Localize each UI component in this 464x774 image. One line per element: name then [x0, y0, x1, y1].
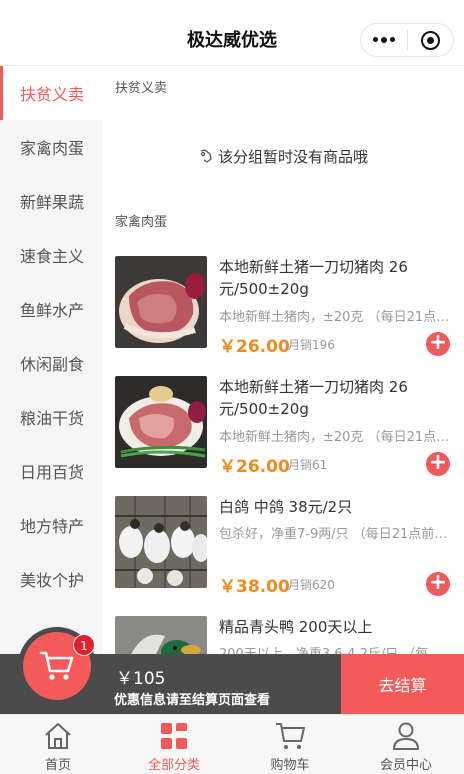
tab-label: 全部分类 [147, 758, 200, 773]
goods-desc: 200天以上，净重3.6-4.2斤/只 （每日21点前下单） [219, 643, 451, 654]
sidebar-item-fresh-produce[interactable]: 新鲜果蔬 [0, 174, 102, 228]
section-title: 家禽肉蛋 [115, 215, 168, 230]
sidebar-item-seafood[interactable]: 鱼鲜水产 [0, 282, 102, 336]
goods-name: 精品青头鸭 200天以上 [219, 618, 373, 636]
empty-state: 该分组暂时没有商品哦 [102, 112, 464, 200]
goods-image[interactable] [115, 616, 207, 654]
sidebar-item-grain-oil[interactable]: 粮油干货 [0, 390, 102, 444]
goods-name: 本地新鲜土猪一刀切猪肉 26元/500±20g [219, 258, 408, 298]
navigation-bar: 极达威优选 [0, 0, 464, 66]
goods-image[interactable] [115, 496, 207, 588]
sidebar-item-beauty-care[interactable]: 美妆个护 [0, 552, 102, 606]
goods-price: ￥26.00 [219, 337, 290, 357]
goods-sales: 月销61 [288, 458, 328, 472]
shopping-cart-icon [39, 651, 74, 680]
section-title: 扶贫义卖 [115, 81, 168, 96]
goods-price: ￥38.00 [219, 577, 290, 597]
goods-desc: 包杀好，净重7-9两/只 （每日21点前下单） [219, 527, 451, 542]
goods-price: ￥26.00 [219, 457, 290, 477]
empty-hint-icon [200, 149, 212, 163]
tab-all-categories[interactable]: 全部分类 [116, 715, 232, 774]
sidebar-item-snacks[interactable]: 休闲副食 [0, 336, 102, 390]
sidebar-item-local-specialty[interactable]: 地方特产 [0, 498, 102, 552]
tab-cart[interactable]: 购物车 [232, 715, 348, 774]
sidebar-item-poverty-relief[interactable]: 扶贫义卖 [0, 66, 102, 120]
goods-name: 白鸽 中鸽 38元/2只 [219, 498, 353, 516]
cart-discount-tip: 优惠信息请至结算页面查看 [114, 693, 271, 708]
goods-desc: 本地新鲜土猪肉，±20克 （每日21点前下单） [219, 430, 451, 445]
goods-sales: 月销620 [288, 578, 335, 592]
goods-name: 本地新鲜土猪一刀切猪肉 26元/500±20g [219, 378, 408, 418]
category-icon [161, 723, 187, 749]
close-mini-program-button[interactable] [407, 24, 453, 56]
goods-list[interactable]: 扶贫义卖 该分组暂时没有商品哦 家禽肉蛋 本地新鲜土猪一刀切猪肉 26元/500… [102, 66, 464, 654]
sidebar-item-poultry-meat-eggs[interactable]: 家禽肉蛋 [0, 120, 102, 174]
add-to-cart-button[interactable]: + [426, 572, 450, 596]
cart-total: ￥105 [116, 669, 166, 689]
tab-label: 会员中心 [379, 758, 432, 773]
goods-desc: 本地新鲜土猪肉，±20克 （每日21点前下单） [219, 310, 451, 325]
more-button[interactable] [361, 24, 407, 56]
cart-icon [276, 723, 305, 749]
mini-program-capsule [360, 23, 454, 57]
checkout-button[interactable]: 去结算 [341, 654, 464, 714]
user-icon [393, 722, 419, 750]
tab-member-center[interactable]: 会员中心 [348, 715, 464, 774]
goods-sales: 月销196 [288, 338, 335, 352]
add-to-cart-button[interactable]: + [426, 452, 450, 476]
tab-label: 购物车 [270, 758, 310, 773]
tab-bar: 首页 全部分类 购物车 会员中心 [0, 714, 464, 774]
category-sidebar: 扶贫义卖 家禽肉蛋 新鲜果蔬 速食主义 鱼鲜水产 休闲副食 粮油干货 日用百货 … [0, 66, 102, 654]
more-dots-icon [372, 37, 395, 43]
target-icon [420, 30, 440, 50]
empty-text: 该分组暂时没有商品哦 [217, 147, 368, 166]
goods-image[interactable] [115, 376, 207, 468]
sidebar-item-fast-food[interactable]: 速食主义 [0, 228, 102, 282]
cart-count-badge: 1 [73, 634, 95, 656]
goods-item[interactable]: 本地新鲜土猪一刀切猪肉 26元/500±20g 本地新鲜土猪肉，±20克 （每日… [102, 376, 464, 496]
goods-item[interactable]: 精品青头鸭 200天以上 200天以上，净重3.6-4.2斤/只 （每日21点前… [102, 616, 464, 654]
home-icon [45, 723, 71, 749]
goods-image[interactable] [115, 256, 207, 348]
goods-item[interactable]: 白鸽 中鸽 38元/2只 包杀好，净重7-9两/只 （每日21点前下单） ￥38… [102, 496, 464, 616]
tab-label: 首页 [44, 758, 71, 773]
add-to-cart-button[interactable]: + [426, 332, 450, 356]
tab-home[interactable]: 首页 [0, 715, 116, 774]
goods-item[interactable]: 本地新鲜土猪一刀切猪肉 26元/500±20g 本地新鲜土猪肉，±20克 （每日… [102, 256, 464, 376]
sidebar-item-daily-goods[interactable]: 日用百货 [0, 444, 102, 498]
